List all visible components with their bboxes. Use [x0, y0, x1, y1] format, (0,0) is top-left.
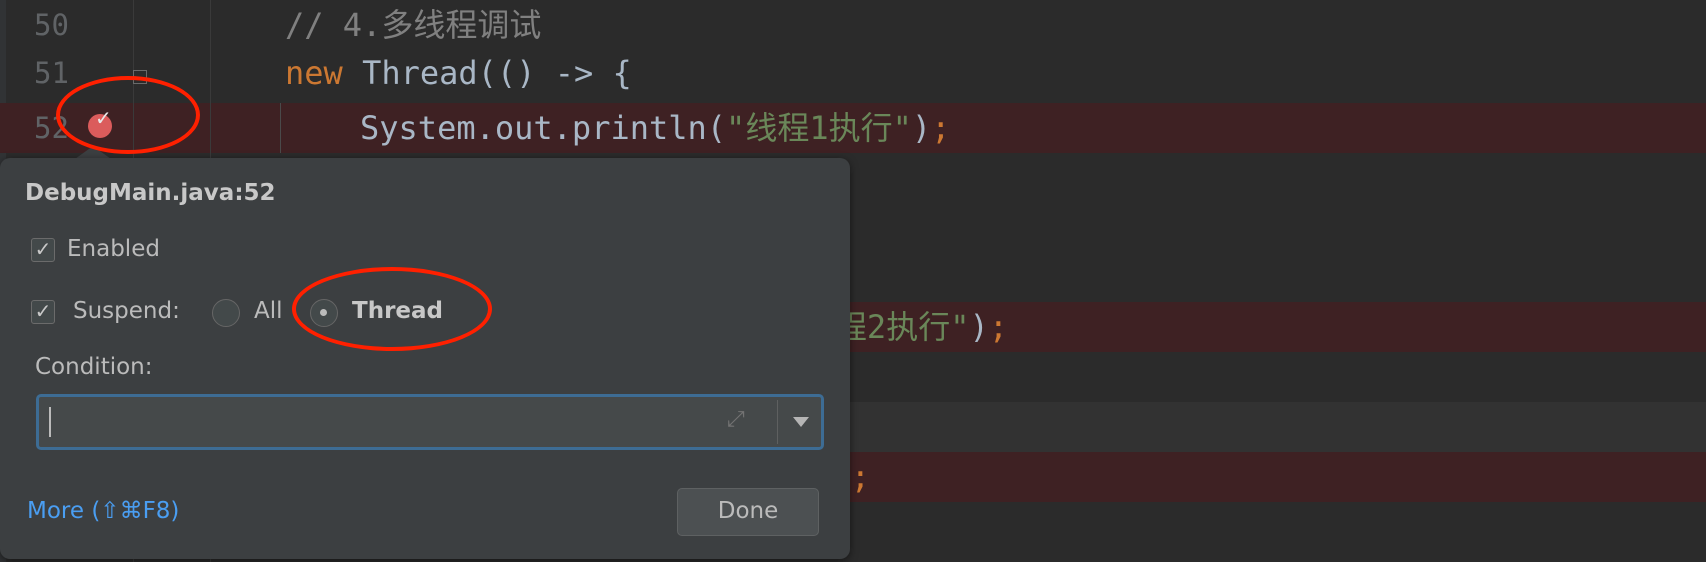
- suspend-all-radio[interactable]: [212, 299, 240, 327]
- enabled-checkbox[interactable]: ✓: [31, 238, 55, 262]
- popup-title: DebugMain.java:52: [25, 180, 276, 206]
- code-line-51: new Thread(() -> {: [285, 48, 632, 98]
- fold-collapse-icon[interactable]: [133, 70, 147, 84]
- code: ): [911, 109, 932, 147]
- suspend-checkbox[interactable]: ✓: [31, 300, 55, 324]
- condition-input[interactable]: ⤢: [36, 394, 824, 450]
- semicolon: ;: [988, 308, 1008, 346]
- line-number: 50: [34, 8, 69, 42]
- breakpoint-popup: DebugMain.java:52 ✓ Enabled ✓ Suspend: A…: [0, 158, 850, 559]
- enabled-label: Enabled: [67, 236, 160, 262]
- string-literal: "线程1执行": [726, 109, 912, 147]
- more-link[interactable]: More (⇧⌘F8): [27, 498, 179, 524]
- line-number: 52: [34, 111, 69, 145]
- suspend-thread-label: Thread: [352, 298, 443, 324]
- line-number: 51: [34, 56, 69, 90]
- code: Thread(() -> {: [342, 54, 632, 92]
- keyword-new: new: [285, 54, 343, 92]
- comment: // 4.多线程调试: [285, 6, 542, 44]
- code-line-50: // 4.多线程调试: [285, 0, 541, 50]
- divider: [777, 400, 778, 444]
- semicolon: ;: [850, 458, 870, 496]
- code-line-56: 程2执行");: [835, 302, 1008, 352]
- suspend-thread-radio[interactable]: [310, 299, 338, 327]
- suspend-label: Suspend:: [73, 298, 180, 324]
- text-caret: [49, 407, 51, 437]
- check-icon: ✓: [95, 106, 112, 130]
- breakpoint-check-icon[interactable]: ✓: [88, 106, 112, 138]
- indent-guide: [280, 103, 281, 153]
- condition-label: Condition:: [35, 354, 153, 380]
- semicolon: ;: [931, 109, 951, 147]
- code-line-52: System.out.println("线程1执行");: [360, 103, 950, 153]
- expand-icon[interactable]: ⤢: [727, 407, 745, 432]
- suspend-all-label: All: [254, 298, 283, 324]
- string-literal: 程2执行": [834, 308, 970, 346]
- code: ): [969, 308, 989, 346]
- code: System.out.println(: [360, 109, 727, 147]
- done-button[interactable]: Done: [677, 488, 819, 536]
- chevron-down-icon[interactable]: [793, 417, 809, 427]
